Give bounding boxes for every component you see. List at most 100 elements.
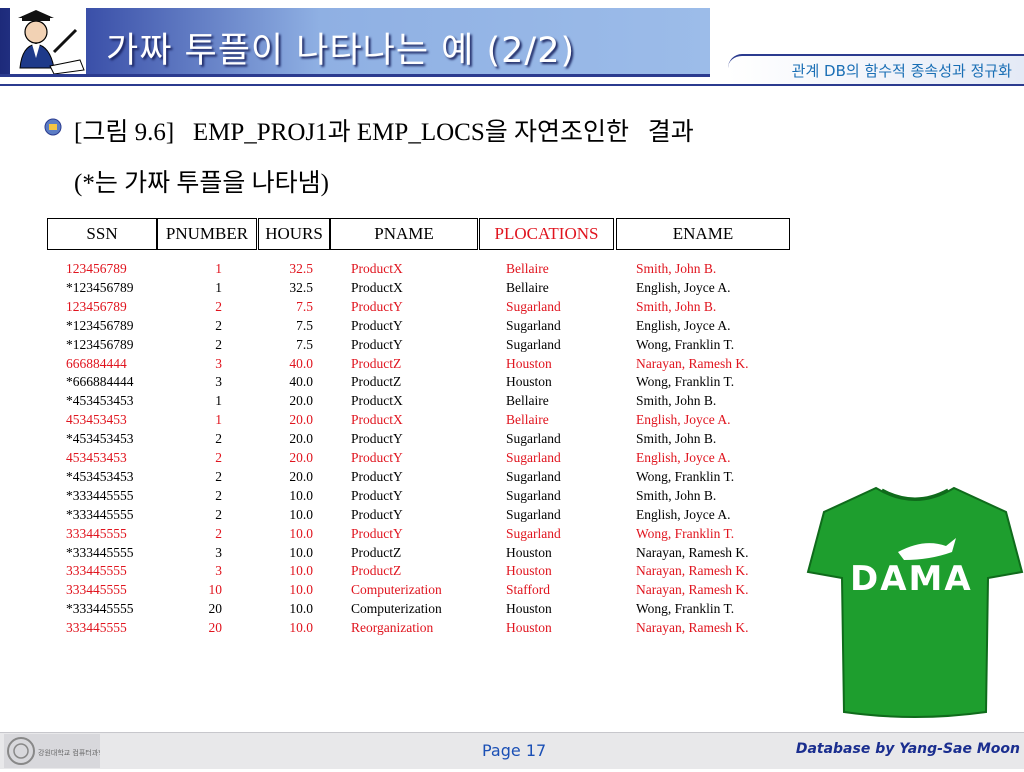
cell-ssn: 333445555 (66, 563, 127, 579)
cell-pnumber: 1 (215, 412, 222, 428)
cell-ename: Wong, Franklin T. (636, 374, 735, 390)
column-header-hours: HOURS (258, 218, 330, 250)
cell-hours: 20.0 (289, 431, 313, 447)
cell-hours: 20.0 (289, 450, 313, 465)
cell-pnumber: 2 (215, 525, 222, 541)
table-row: *453453453 2 20.0 ProductY Sugarland Smith, J… (0, 431, 800, 450)
cell-pnumber: 1 (215, 279, 222, 295)
cell-pnumber: 2 (215, 298, 222, 314)
scholar-logo-icon (10, 8, 86, 75)
cell-ploc: Sugarland (506, 317, 561, 333)
cell-ename: English, Joyce A. (636, 317, 731, 333)
cell-ssn: 123456789 (66, 298, 127, 314)
cell-hours: 32.5 (289, 261, 313, 276)
cell-ploc: Bellaire (506, 412, 549, 428)
cell-ploc: Sugarland (506, 298, 561, 314)
cell-pnumber: 2 (215, 317, 222, 333)
cell-ploc: Houston (506, 355, 552, 371)
column-header-pnumber: PNUMBER (157, 218, 257, 250)
cell-ploc: Houston (506, 620, 552, 636)
cell-pname: ProductY (351, 506, 403, 522)
cell-ssn: *123456789 (66, 336, 134, 352)
cell-ssn: *123456789 (66, 279, 134, 295)
cell-ssn: *333445555 (66, 601, 134, 617)
cell-ploc: Sugarland (506, 431, 561, 447)
cell-pname: ProductY (351, 450, 403, 465)
cell-ploc: Houston (506, 374, 552, 390)
cell-ename: Smith, John B. (636, 393, 717, 409)
cell-pname: ProductZ (351, 563, 402, 579)
top-rule (0, 84, 1024, 86)
cell-ssn: *666884444 (66, 374, 134, 390)
cell-ploc: Bellaire (506, 393, 549, 409)
cell-ploc: Houston (506, 601, 552, 617)
cell-pnumber: 1 (215, 393, 222, 409)
cell-hours: 40.0 (289, 374, 313, 390)
cell-ename: Narayan, Ramesh K. (636, 582, 749, 598)
cell-ploc: Bellaire (506, 261, 549, 276)
figure-caption-note: (*는 가짜 투플을 나타냄) (74, 170, 329, 197)
cell-hours: 10.0 (289, 487, 313, 503)
title-band: 가짜 투플이 나타나는 예 (2/2) (0, 8, 710, 77)
cell-hours: 32.5 (289, 279, 313, 295)
cell-ssn: *453453453 (66, 393, 134, 409)
cell-ploc: Sugarland (506, 450, 561, 465)
cell-pnumber: 2 (215, 468, 222, 484)
cell-ename: Wong, Franklin T. (636, 468, 735, 484)
cell-ploc: Sugarland (506, 336, 561, 352)
cell-hours: 10.0 (289, 525, 313, 541)
cell-ssn: 453453453 (66, 412, 127, 428)
cell-ssn: 333445555 (66, 620, 127, 636)
university-logo-icon: 강원대학교 컴퓨터과학과 (4, 734, 112, 768)
column-header-ssn: SSN (47, 218, 157, 250)
cell-hours: 40.0 (289, 355, 313, 371)
cell-ename: Smith, John B. (636, 261, 717, 276)
table-row: *453453453 2 20.0 ProductY Sugarland Wong, Fr… (0, 469, 800, 488)
cell-hours: 10.0 (289, 506, 313, 522)
cell-hours: 10.0 (289, 601, 313, 617)
tshirt-illustration: DAMA (806, 468, 1024, 722)
cell-pnumber: 3 (215, 355, 222, 371)
cell-ploc: Bellaire (506, 279, 549, 295)
cell-hours: 10.0 (289, 620, 313, 636)
table-row: 333445555 20 10.0 Reorganization Houston Nara… (0, 620, 800, 639)
cell-ename: English, Joyce A. (636, 450, 731, 465)
cell-ename: Narayan, Ramesh K. (636, 563, 749, 579)
table-row: *333445555 2 10.0 ProductY Sugarland Smith, J… (0, 488, 800, 507)
cell-pnumber: 2 (215, 506, 222, 522)
cell-ename: Narayan, Ramesh K. (636, 544, 749, 560)
cell-hours: 10.0 (289, 563, 313, 579)
cell-ename: Smith, John B. (636, 298, 717, 314)
cell-ssn: 453453453 (66, 450, 127, 465)
table-row: 333445555 10 10.0 Computerization Stafford Na… (0, 582, 800, 601)
header-bar: 가짜 투플이 나타나는 예 (2/2) 관계 DB의 함수적 종속성과 정규화 (0, 0, 1024, 86)
cell-ploc: Houston (506, 563, 552, 579)
cell-ploc: Stafford (506, 582, 550, 598)
cell-pnumber: 10 (208, 582, 223, 598)
footer-credit: Database by Yang-Sae Moon (795, 741, 1020, 757)
table-row: *123456789 2 7.5 ProductY Sugarland Wong, Fra… (0, 337, 800, 356)
cell-pnumber: 2 (215, 450, 222, 465)
cell-hours: 10.0 (289, 582, 313, 598)
page-number: Page 17 (482, 741, 547, 760)
table-row: *333445555 2 10.0 ProductY Sugarland English,… (0, 507, 800, 526)
cell-pname: Computerization (351, 582, 442, 598)
cell-pname: ProductZ (351, 355, 402, 371)
cell-pname: ProductX (351, 279, 403, 295)
cell-pname: ProductX (351, 393, 403, 409)
slide-subtitle: 관계 DB의 함수적 종속성과 정규화 (791, 62, 1012, 80)
cell-ploc: Sugarland (506, 506, 561, 522)
cell-pname: ProductX (351, 412, 403, 428)
cell-hours: 7.5 (296, 298, 313, 314)
cell-pnumber: 2 (215, 487, 222, 503)
cell-ssn: *453453453 (66, 431, 134, 447)
cell-hours: 7.5 (296, 336, 313, 352)
cell-pname: Computerization (351, 601, 442, 617)
tshirt-logo-text: DAMA (850, 559, 973, 599)
table-row: 453453453 1 20.0 ProductX Bellaire English, J… (0, 412, 800, 431)
cell-pname: ProductY (351, 317, 403, 333)
cell-hours: 10.0 (289, 544, 313, 560)
footer: 강원대학교 컴퓨터과학과 Page 17 Database by Yang-Sa… (0, 732, 1024, 769)
cell-ename: Narayan, Ramesh K. (636, 620, 749, 636)
cell-pnumber: 3 (215, 563, 222, 579)
